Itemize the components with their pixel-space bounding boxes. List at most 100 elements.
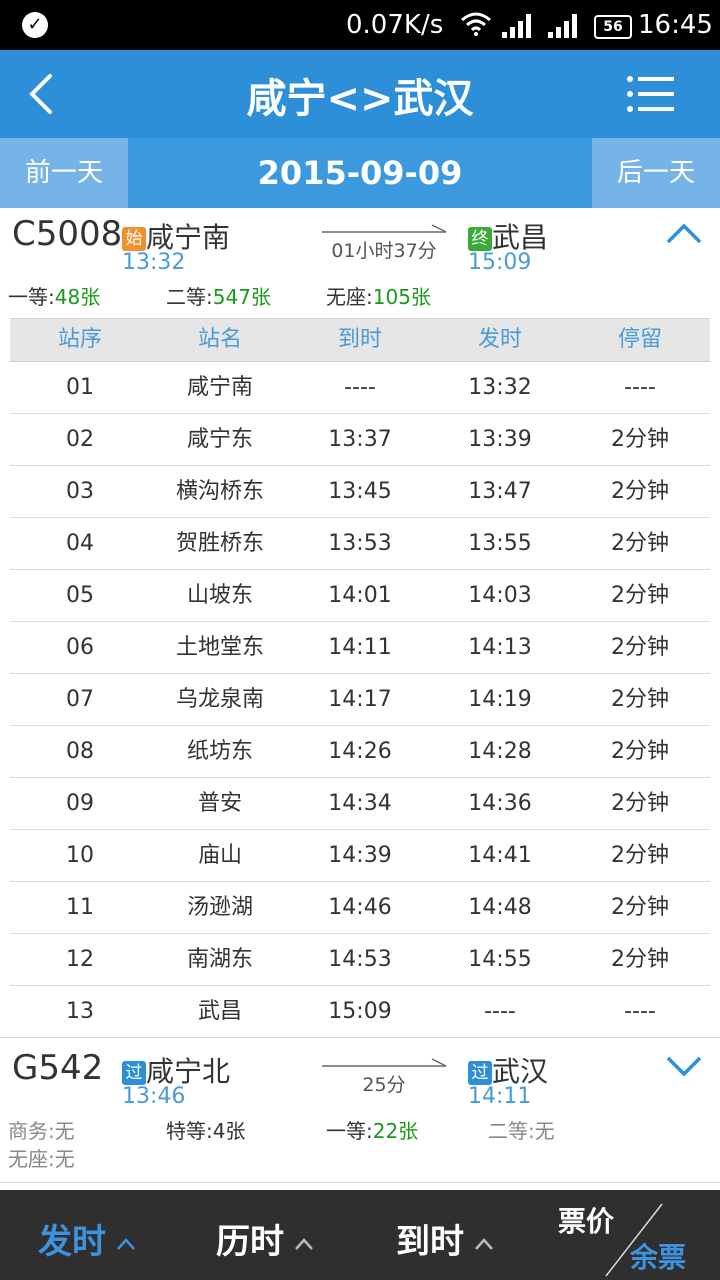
signal-icon-2 — [548, 14, 577, 38]
header-stay: 停留 — [617, 327, 662, 352]
stop-station: 南湖东 — [186, 947, 253, 972]
remaining-toggle-label[interactable]: 余票 — [630, 1236, 686, 1276]
header-depart: 发时 — [477, 327, 522, 352]
wifi-icon — [461, 12, 491, 36]
table-row: 06 土地堂东 14:11 14:13 2分钟 — [10, 622, 710, 674]
stop-depart: 14:41 — [468, 843, 532, 868]
sort-bar: 发时 历时 到时 票价 余票 — [0, 1190, 720, 1280]
pass-badge: 过 — [468, 1061, 492, 1085]
stop-arrive: 13:53 — [328, 531, 392, 556]
stop-arrive: 14:01 — [328, 583, 392, 608]
stop-station: 普安 — [197, 791, 242, 816]
stop-arrive: 14:17 — [328, 687, 392, 712]
table-row: 08 纸坊东 14:26 14:28 2分钟 — [10, 726, 710, 778]
page-title: 咸宁<>武汉 — [246, 76, 474, 122]
train-card-g542[interactable]: G542 过咸宁北 13:46 25分 过武汉 14:11 商务:无 特等:4张… — [0, 1040, 720, 1180]
clock: 16:45 — [638, 10, 713, 40]
stop-depart: 14:55 — [468, 947, 532, 972]
stop-seq: 09 — [66, 791, 94, 816]
seat-premium: 特等:4张 — [166, 1119, 246, 1143]
header-seq: 站序 — [57, 327, 102, 352]
next-day-button[interactable]: 后一天 — [592, 138, 720, 208]
network-speed: 0.07K/s — [346, 10, 444, 40]
stop-seq: 10 — [66, 843, 94, 868]
sort-depart-button[interactable]: 发时 — [38, 1214, 136, 1263]
stop-depart: 13:32 — [468, 375, 532, 400]
stop-depart: 13:55 — [468, 531, 532, 556]
stop-seq: 04 — [66, 531, 94, 556]
stop-stay: 2分钟 — [611, 895, 669, 920]
stop-seq: 05 — [66, 583, 94, 608]
arrival-time: 15:09 — [468, 250, 532, 275]
app-header: 咸宁<>武汉 — [0, 50, 720, 138]
stop-arrive: 14:46 — [328, 895, 392, 920]
stop-arrive: 13:37 — [328, 427, 392, 452]
card-divider — [0, 1037, 720, 1038]
stop-seq: 11 — [66, 895, 94, 920]
table-row: 03 横沟桥东 13:45 13:47 2分钟 — [10, 466, 710, 518]
stop-seq: 03 — [66, 479, 94, 504]
train-card-c5008[interactable]: C5008 始咸宁南 13:32 01小时37分 终武昌 15:09 一等:48… — [0, 208, 720, 318]
stop-station: 山坡东 — [186, 583, 253, 608]
header-station: 站名 — [197, 327, 242, 352]
stop-stay: 2分钟 — [611, 739, 669, 764]
table-row: 10 庙山 14:39 14:41 2分钟 — [10, 830, 710, 882]
table-row: 12 南湖东 14:53 14:55 2分钟 — [10, 934, 710, 986]
caret-up-icon — [475, 1237, 493, 1250]
stop-depart: ---- — [484, 999, 516, 1024]
expand-chevron-icon[interactable] — [664, 1052, 704, 1080]
arrow-icon — [322, 1058, 447, 1067]
table-row: 02 咸宁东 13:37 13:39 2分钟 — [10, 414, 710, 466]
stop-arrive: 13:45 — [328, 479, 392, 504]
train-code: G542 — [12, 1048, 104, 1088]
stop-depart: 14:19 — [468, 687, 532, 712]
prev-day-button[interactable]: 前一天 — [0, 138, 128, 208]
stop-stay: 2分钟 — [611, 843, 669, 868]
stop-stay: 2分钟 — [611, 687, 669, 712]
stop-stay: 2分钟 — [611, 947, 669, 972]
stop-depart: 14:48 — [468, 895, 532, 920]
battery-icon: 56 — [594, 15, 632, 39]
stop-arrive: ---- — [344, 375, 376, 400]
table-row: 13 武昌 15:09 ---- ---- — [10, 986, 710, 1038]
table-row: 01 咸宁南 ---- 13:32 ---- — [10, 362, 710, 414]
stop-arrive: 14:53 — [328, 947, 392, 972]
departure-time: 13:46 — [122, 1084, 186, 1109]
stop-station: 贺胜桥东 — [175, 531, 264, 556]
pass-badge: 过 — [122, 1061, 146, 1085]
menu-icon[interactable] — [626, 74, 676, 114]
stop-station: 咸宁南 — [186, 375, 253, 400]
stop-stay: 2分钟 — [611, 635, 669, 660]
stop-arrive: 14:11 — [328, 635, 392, 660]
stop-arrive: 14:39 — [328, 843, 392, 868]
stop-station: 汤逊湖 — [186, 895, 253, 920]
seat-second-class: 二等:无 — [488, 1119, 555, 1143]
stop-depart: 14:03 — [468, 583, 532, 608]
start-badge: 始 — [122, 227, 146, 251]
stop-station: 纸坊东 — [186, 739, 253, 764]
stop-depart: 14:13 — [468, 635, 532, 660]
signal-icon — [502, 14, 531, 38]
table-header: 站序 站名 到时 发时 停留 — [10, 318, 710, 362]
seat-business: 商务:无 — [8, 1119, 75, 1143]
stop-seq: 02 — [66, 427, 94, 452]
stop-station: 武昌 — [197, 999, 242, 1024]
seat-first-class: 一等:48张 — [8, 285, 101, 309]
seat-first-class: 一等:22张 — [326, 1119, 419, 1143]
caret-up-icon — [117, 1237, 135, 1250]
stop-stay: 2分钟 — [611, 479, 669, 504]
stop-seq: 12 — [66, 947, 94, 972]
sort-duration-button[interactable]: 历时 — [216, 1214, 314, 1263]
table-row: 05 山坡东 14:01 14:03 2分钟 — [10, 570, 710, 622]
stop-seq: 13 — [66, 999, 94, 1024]
stop-arrive: 14:34 — [328, 791, 392, 816]
date-selector[interactable]: 2015-09-09 — [128, 138, 592, 208]
card-divider — [0, 1182, 720, 1183]
check-icon: ✓ — [22, 12, 48, 38]
collapse-chevron-icon[interactable] — [664, 220, 704, 248]
sort-arrive-button[interactable]: 到时 — [396, 1214, 494, 1263]
stop-station: 庙山 — [197, 843, 242, 868]
table-row: 11 汤逊湖 14:46 14:48 2分钟 — [10, 882, 710, 934]
arrival-time: 14:11 — [468, 1084, 532, 1109]
seat-second-class: 二等:547张 — [166, 285, 271, 309]
